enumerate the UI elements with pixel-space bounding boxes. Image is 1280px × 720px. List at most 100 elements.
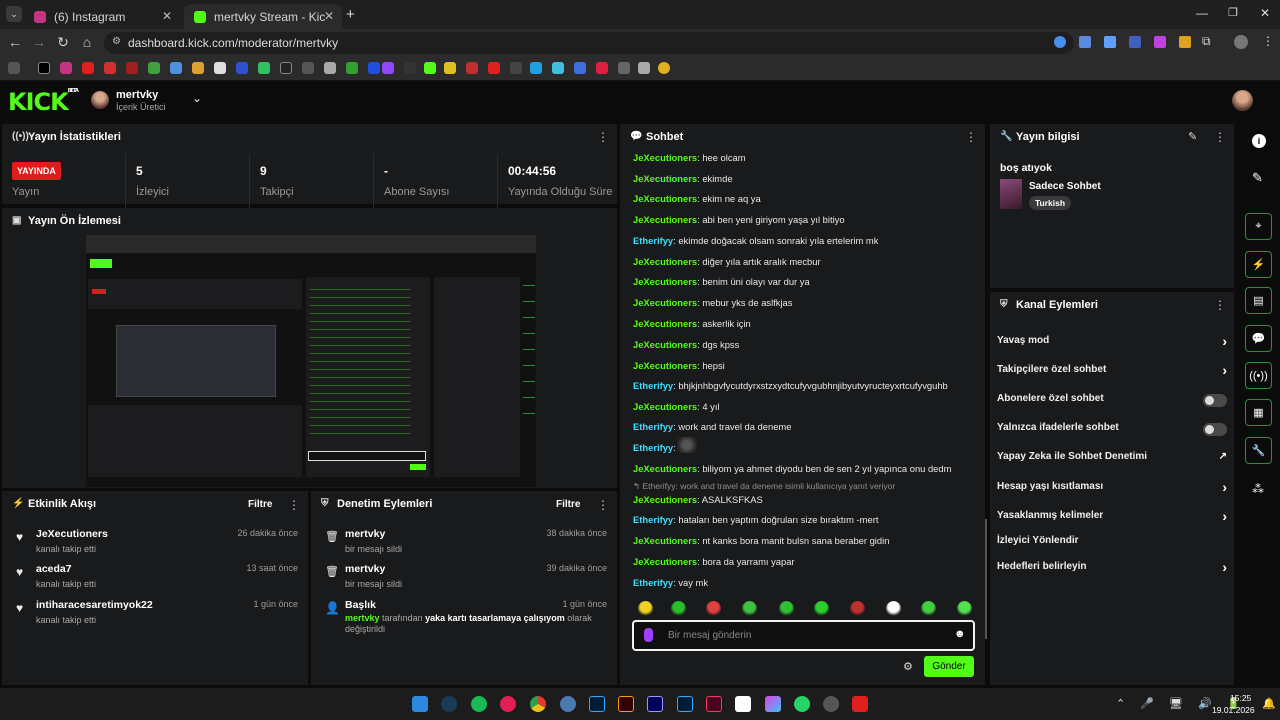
category-name[interactable]: Sadece Sohbet bbox=[1029, 181, 1101, 192]
emote-icon[interactable] bbox=[779, 601, 794, 616]
extension-icon[interactable] bbox=[1129, 36, 1141, 48]
bookmark-icon[interactable] bbox=[324, 62, 336, 74]
acrobat-icon[interactable] bbox=[852, 696, 868, 712]
kick-logo[interactable]: KICKBETA bbox=[8, 88, 79, 116]
stream-preview-video[interactable] bbox=[86, 235, 536, 487]
chat-message[interactable]: JeXecutioners: nt kanks bora manit bulsn… bbox=[633, 535, 889, 546]
chat-message[interactable]: JeXecutioners: benim üni olayı var dur y… bbox=[633, 276, 810, 287]
photoshop-icon[interactable] bbox=[589, 696, 605, 712]
channel-action-item[interactable]: Abonelere özel sohbet bbox=[997, 393, 1229, 411]
notifications-icon[interactable]: 🔔 bbox=[1262, 697, 1276, 710]
illustrator-icon[interactable] bbox=[618, 696, 634, 712]
sidebar-more-apps-icon[interactable]: ⁂ bbox=[1252, 482, 1264, 496]
chat-username[interactable]: JeXecutioners bbox=[633, 535, 697, 546]
bookmark-kick-icon[interactable] bbox=[424, 62, 436, 74]
bookmark-icon[interactable] bbox=[126, 62, 138, 74]
chat-username[interactable]: JeXecutioners bbox=[633, 152, 697, 163]
bookmark-icon[interactable] bbox=[444, 62, 456, 74]
bookmark-icon[interactable] bbox=[170, 62, 182, 74]
chat-username[interactable]: Etherifyy bbox=[633, 380, 673, 391]
bookmark-icon[interactable] bbox=[530, 62, 542, 74]
extensions-puzzle-icon[interactable]: ⧉ bbox=[1202, 34, 1211, 49]
bookmark-icon[interactable] bbox=[638, 62, 650, 74]
emote-icon[interactable] bbox=[706, 601, 721, 616]
spotify-icon[interactable] bbox=[471, 696, 487, 712]
apps-grid-icon[interactable] bbox=[8, 62, 20, 74]
home-icon[interactable]: ⌂ bbox=[78, 34, 96, 50]
chat-message[interactable]: JeXecutioners: biliyom ya ahmet diyodu b… bbox=[633, 463, 951, 474]
bookmark-icon[interactable] bbox=[258, 62, 270, 74]
user-avatar[interactable] bbox=[1232, 90, 1253, 111]
bookmark-icon[interactable] bbox=[552, 62, 564, 74]
chat-username[interactable]: Etherifyy bbox=[633, 235, 673, 246]
chat-message[interactable]: JeXecutioners: hepsi bbox=[633, 360, 725, 371]
chat-message[interactable]: JeXecutioners: 4 yıl bbox=[633, 401, 720, 412]
chat-username[interactable]: Etherifyy bbox=[633, 514, 673, 525]
chat-username[interactable]: JeXecutioners bbox=[633, 401, 697, 412]
channel-action-item[interactable]: Hesap yaşı kısıtlaması › bbox=[997, 479, 1229, 499]
app-icon[interactable] bbox=[823, 696, 839, 712]
chat-message[interactable]: Etherifyy: ekimde doğacak olsam sonraki … bbox=[633, 235, 878, 246]
chat-message[interactable]: JeXecutioners: ekimde bbox=[633, 173, 733, 184]
bookmark-pinterest-icon[interactable] bbox=[596, 62, 608, 74]
more-options-icon[interactable]: ⋮ bbox=[597, 498, 609, 512]
extension-icon[interactable] bbox=[1054, 36, 1066, 48]
lightroom-icon[interactable] bbox=[677, 696, 693, 712]
activity-filter-button[interactable]: Filtre bbox=[248, 499, 272, 510]
chat-message[interactable]: JeXecutioners: diğer yıla artık aralık m… bbox=[633, 256, 821, 267]
close-tab-icon[interactable]: ✕ bbox=[162, 9, 172, 23]
bookmark-icon[interactable] bbox=[574, 62, 586, 74]
chat-username[interactable]: JeXecutioners bbox=[633, 463, 697, 474]
toggle-switch[interactable] bbox=[1203, 423, 1227, 436]
emote-icon[interactable] bbox=[814, 601, 829, 616]
bookmark-x-icon[interactable] bbox=[38, 62, 50, 74]
chat-username[interactable]: JeXecutioners bbox=[633, 339, 697, 350]
after-effects-icon[interactable] bbox=[647, 696, 663, 712]
capcut-icon[interactable] bbox=[735, 696, 751, 712]
new-tab-button[interactable]: + bbox=[346, 6, 355, 23]
emote-icon[interactable] bbox=[638, 601, 653, 616]
chrome-icon[interactable] bbox=[530, 696, 546, 712]
browser-menu-icon[interactable]: ⋮ bbox=[1262, 34, 1274, 48]
chat-username[interactable]: Etherifyy bbox=[633, 421, 673, 432]
forward-icon[interactable]: → bbox=[30, 34, 48, 50]
chat-message[interactable]: JeXecutioners: dgs kpss bbox=[633, 339, 739, 350]
address-bar[interactable]: ⚙ dashboard.kick.com/moderator/mertvky ☆ bbox=[104, 32, 1074, 54]
profile-avatar[interactable] bbox=[1234, 35, 1248, 49]
bookmark-icon[interactable] bbox=[346, 62, 358, 74]
moderation-filter-button[interactable]: Filtre bbox=[556, 499, 580, 510]
send-button[interactable]: Gönder bbox=[924, 656, 974, 677]
chat-message[interactable]: Etherifyy: work and travel da deneme bbox=[633, 421, 791, 432]
clock-date[interactable]: 19.01.2026 bbox=[1212, 705, 1255, 715]
app-icon[interactable] bbox=[765, 696, 781, 712]
bookmark-icon[interactable] bbox=[510, 62, 522, 74]
bookmark-icon[interactable] bbox=[404, 62, 416, 74]
sidebar-wrench-button[interactable]: 🔧 bbox=[1245, 437, 1272, 464]
bookmark-icon[interactable] bbox=[192, 62, 204, 74]
chat-message[interactable]: JeXecutioners: mebur yks de aslfkjas bbox=[633, 297, 792, 308]
tab-kick-dashboard[interactable]: mertvky Stream - Kick Dashboa ✕ bbox=[184, 4, 342, 29]
chat-settings-icon[interactable]: ⚙ bbox=[903, 660, 913, 673]
emote-icon[interactable] bbox=[850, 601, 865, 616]
chat-message[interactable]: JeXecutioners: ASALKSFKAS bbox=[633, 494, 763, 505]
more-options-icon[interactable]: ⋮ bbox=[288, 498, 300, 512]
bookmark-icon[interactable] bbox=[368, 62, 380, 74]
sidebar-lightning-button[interactable]: ⚡ bbox=[1245, 251, 1272, 278]
media-player-icon[interactable] bbox=[500, 696, 516, 712]
reload-icon[interactable]: ↻ bbox=[54, 34, 72, 51]
clock-time[interactable]: 15:25 bbox=[1230, 693, 1251, 703]
chat-input[interactable]: Bir mesaj gönderin ☻ bbox=[632, 620, 975, 651]
close-tab-icon[interactable]: ✕ bbox=[324, 9, 334, 23]
chat-message[interactable]: JeXecutioners: bora da yarramı yapar bbox=[633, 556, 795, 567]
sidebar-camera-button[interactable]: ⌖ bbox=[1245, 213, 1272, 240]
chat-message[interactable]: JeXecutioners: askerlik için bbox=[633, 318, 751, 329]
bookmark-icon[interactable] bbox=[302, 62, 314, 74]
edit-icon[interactable]: ✎ bbox=[1252, 170, 1263, 186]
chat-username[interactable]: JeXecutioners bbox=[633, 297, 697, 308]
channel-action-item[interactable]: Hedefleri belirleyin › bbox=[997, 559, 1229, 579]
activity-user[interactable]: aceda7 bbox=[36, 563, 72, 575]
more-options-icon[interactable]: ⋮ bbox=[965, 130, 977, 144]
channel-action-item[interactable]: Yapay Zeka ile Sohbet Denetimi ↗ bbox=[997, 451, 1229, 469]
tab-search-button[interactable]: ⌄ bbox=[6, 6, 22, 22]
channel-switch-chevron-icon[interactable]: ⌄ bbox=[192, 91, 202, 105]
